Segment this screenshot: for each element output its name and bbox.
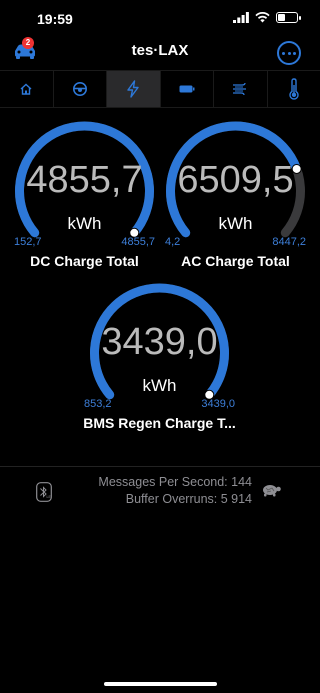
stats-panel: LE Messages Per Second: 144 Buffer Overr…	[0, 474, 320, 510]
thermometer-icon	[289, 78, 299, 100]
gauge-unit: kWh	[67, 214, 102, 233]
gauge-max: 4855,7	[121, 236, 155, 248]
tab-charging[interactable]	[107, 71, 161, 107]
gauge-unit: kWh	[142, 376, 177, 395]
status-bar: 19:59	[0, 0, 320, 36]
messages-per-second: Messages Per Second: 144	[98, 475, 252, 489]
battery-icon	[276, 12, 301, 23]
home-icon	[20, 83, 32, 95]
gauge-value: 6509,5	[177, 159, 294, 201]
tab-home[interactable]	[0, 71, 54, 107]
status-icons	[233, 12, 301, 23]
gauge-value: 4855,7	[26, 159, 143, 201]
dot-icon	[287, 52, 291, 55]
gauge-dc-charge-total: 4855,7 kWh 152,7 4855,7 DC Charge Total	[12, 119, 157, 271]
dot-icon	[293, 52, 296, 55]
steering-wheel-icon	[72, 82, 87, 96]
divider	[0, 466, 320, 467]
header: 2 tes·LAX	[0, 36, 320, 68]
bluetooth-le-icon[interactable]: LE	[36, 482, 52, 502]
tab-climate[interactable]	[214, 71, 268, 107]
status-time: 19:59	[37, 11, 73, 27]
signal-icon	[233, 12, 249, 23]
gauge-max: 8447,2	[272, 236, 306, 248]
battery-icon	[179, 85, 195, 93]
wifi-icon	[255, 12, 270, 23]
gauge-unit: kWh	[218, 214, 253, 233]
app-title: tes·LAX	[131, 42, 189, 59]
gauge-label: DC Charge Total	[30, 253, 139, 269]
gauge-value: 3439,0	[101, 321, 218, 363]
gauge-label: AC Charge Total	[181, 253, 290, 269]
gauge-ac-charge-total: 6509,5 kWh 4,2 8447,2 AC Charge Total	[163, 119, 308, 271]
turtle-icon[interactable]	[260, 482, 282, 498]
climate-icon	[233, 82, 247, 96]
gauge-min: 152,7	[14, 236, 42, 248]
gauge-label: BMS Regen Charge T...	[83, 415, 236, 431]
gauge-min: 853,2	[84, 398, 112, 410]
tab-battery[interactable]	[161, 71, 214, 107]
gauge-max: 3439,0	[201, 398, 235, 410]
dot-icon	[282, 52, 285, 55]
tab-temperature[interactable]	[268, 71, 320, 107]
more-options-button[interactable]	[277, 41, 301, 65]
stats-text: Messages Per Second: 144 Buffer Overruns…	[98, 474, 252, 508]
lightning-icon	[127, 80, 139, 98]
tab-driving[interactable]	[54, 71, 107, 107]
gauge-bms-regen-charge-total: 3439,0 kWh 853,2 3439,0 BMS Regen Charge…	[83, 281, 236, 433]
svg-text:LE: LE	[47, 495, 52, 499]
home-indicator[interactable]	[104, 682, 217, 686]
buffer-overruns: Buffer Overruns: 5 914	[125, 492, 252, 506]
gauge-min: 4,2	[165, 236, 181, 248]
tab-bar	[0, 70, 320, 108]
